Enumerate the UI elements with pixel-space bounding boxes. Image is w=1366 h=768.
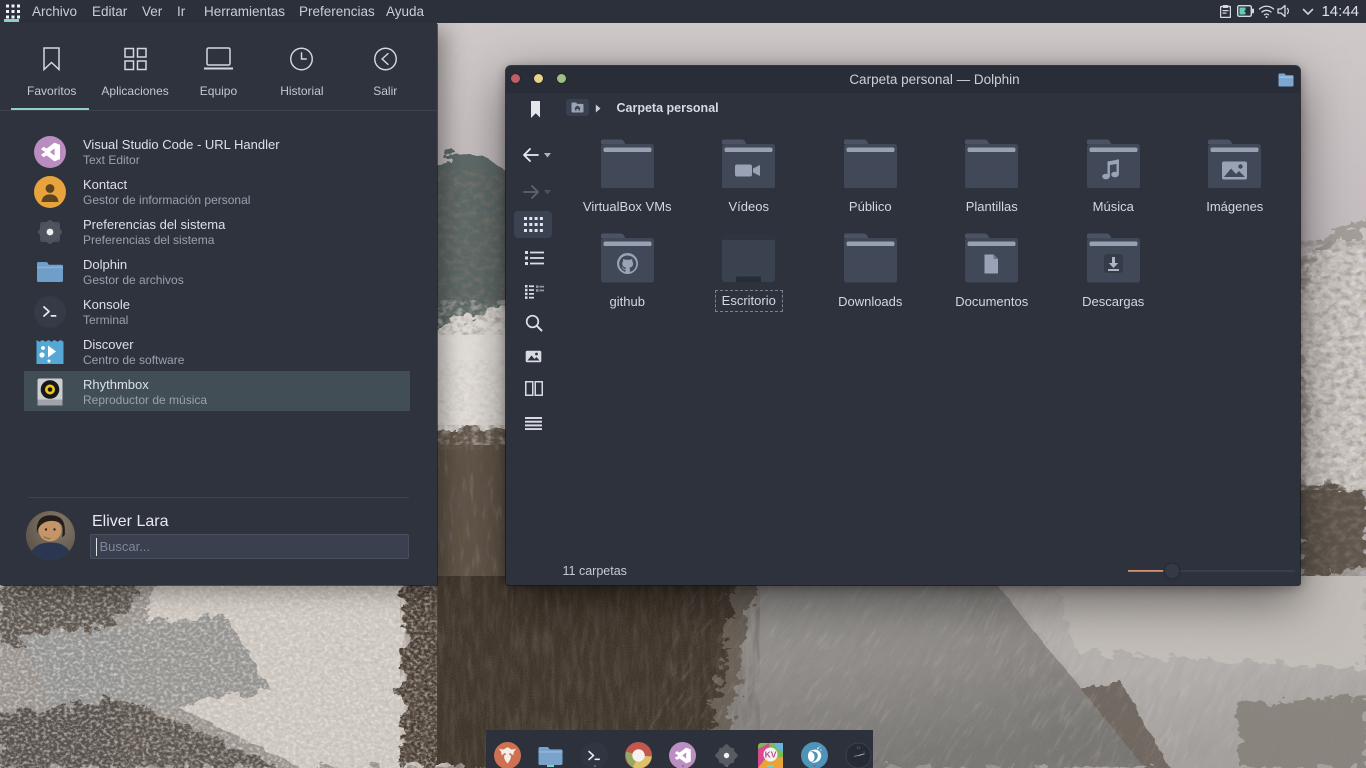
svg-text:KV: KV: [764, 749, 776, 759]
svg-text:12: 12: [856, 746, 860, 750]
